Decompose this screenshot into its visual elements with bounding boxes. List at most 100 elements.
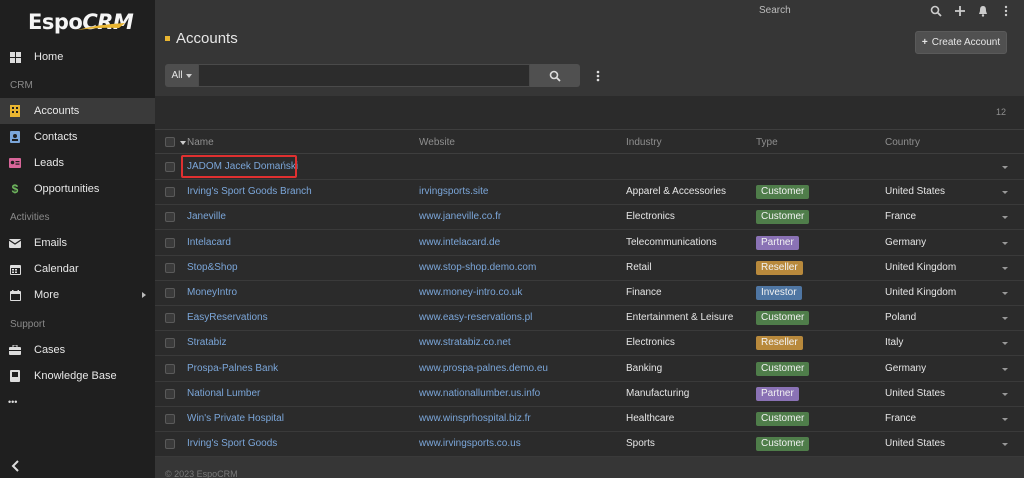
bell-icon[interactable] [977, 5, 989, 17]
table-row[interactable]: Prospa-Palnes Bank www.prospa-palnes.demo… [155, 357, 1024, 382]
cell-country: United States [885, 387, 946, 399]
cell-website-link[interactable]: www.stop-shop.demo.com [419, 262, 536, 273]
row-checkbox[interactable] [165, 262, 175, 273]
cell-website-link[interactable]: www.money-intro.co.uk [419, 287, 522, 298]
chevron-down-icon[interactable] [180, 141, 186, 145]
table-row[interactable]: Stop&Shop www.stop-shop.demo.com Retail Uni… [155, 256, 1024, 281]
search-input[interactable] [198, 64, 530, 87]
menu-kebab-icon[interactable] [1000, 5, 1012, 17]
table-row[interactable]: EasyReservations www.easy-reservations.pl… [155, 306, 1024, 332]
row-checkbox[interactable] [165, 162, 175, 172]
row-actions-chevron-icon[interactable] [1002, 342, 1008, 346]
sidebar-item-accounts[interactable]: Accounts [0, 98, 155, 124]
row-checkbox[interactable] [165, 313, 175, 324]
column-header-name[interactable]: Name [187, 137, 214, 148]
cell-industry: Electronics [626, 211, 675, 223]
cell-name-link[interactable]: Win's Private Hospital [187, 413, 284, 424]
cell-name-link[interactable]: Irving's Sport Goods Branch [187, 186, 312, 197]
sidebar-item-cases[interactable]: Cases [0, 337, 155, 363]
row-checkbox[interactable] [165, 237, 175, 248]
cell-website-link[interactable]: irvingsports.site [419, 186, 488, 197]
cell-name-link[interactable]: National Lumber [187, 388, 260, 399]
filter-label: All [171, 70, 183, 81]
row-checkbox[interactable] [165, 187, 175, 198]
cell-website-link[interactable]: www.irvingsports.co.us [419, 438, 521, 449]
row-actions-chevron-icon[interactable] [1002, 443, 1008, 447]
cell-country: Poland [885, 312, 917, 324]
sidebar-item-label: Accounts [34, 105, 80, 117]
row-actions-chevron-icon[interactable] [1002, 191, 1008, 195]
cell-website-link[interactable]: www.nationallumber.us.info [419, 388, 540, 399]
table-row[interactable]: Intelacard www.intelacard.de Telecommunica… [155, 231, 1024, 256]
row-actions-chevron-icon[interactable] [1002, 292, 1008, 295]
sidebar-more-dots-button[interactable]: ••• [0, 389, 155, 415]
row-checkbox[interactable] [165, 388, 175, 399]
row-actions-chevron-icon[interactable] [1002, 317, 1008, 321]
filter-dropdown-button[interactable]: All [165, 64, 198, 87]
column-header-type[interactable]: Type [756, 137, 778, 148]
search-options-icon[interactable] [596, 70, 600, 82]
table-row[interactable]: National Lumber www.nationallumber.us.inf… [155, 382, 1024, 407]
type-badge: Customer [756, 185, 810, 200]
cell-website-link[interactable]: www.winsprhospital.biz.fr [419, 413, 531, 424]
table-row[interactable]: MoneyIntro www.money-intro.co.uk Finance Un… [155, 281, 1024, 306]
sidebar-item-calendar[interactable]: Calendar [0, 256, 155, 282]
selection-highlight [181, 155, 297, 178]
plus-icon[interactable] [954, 5, 966, 17]
row-actions-chevron-icon[interactable] [1002, 392, 1008, 396]
sidebar-item-knowledge-base[interactable]: Knowledge Base [0, 363, 155, 389]
table-row[interactable]: Win's Private Hospital www.winsprhospital… [155, 407, 1024, 432]
row-actions-chevron-icon[interactable] [1002, 216, 1008, 220]
more-dots-icon: ••• [8, 397, 18, 407]
row-actions-chevron-icon[interactable] [1002, 241, 1008, 245]
create-account-button[interactable]: + Create Account [915, 31, 1007, 54]
cell-name-link[interactable]: Irving's Sport Goods [187, 438, 277, 449]
search-button[interactable] [530, 64, 580, 87]
cell-website-link[interactable]: www.stratabiz.co.net [419, 337, 511, 348]
row-checkbox[interactable] [165, 288, 175, 298]
cell-industry: Finance [626, 287, 662, 298]
select-all-checkbox[interactable] [165, 137, 175, 147]
row-actions-chevron-icon[interactable] [1002, 367, 1008, 371]
table-row[interactable]: Janeville www.janeville.co.fr Electronics F… [155, 205, 1024, 231]
sidebar-item-home[interactable]: Home [0, 44, 155, 70]
cell-website-link[interactable]: www.janeville.co.fr [419, 211, 501, 222]
row-actions-chevron-icon[interactable] [1002, 166, 1008, 169]
sidebar-item-label: Contacts [34, 131, 78, 143]
cell-name-link[interactable]: MoneyIntro [187, 287, 237, 298]
row-actions-chevron-icon[interactable] [1002, 266, 1008, 270]
table-row[interactable]: Irving's Sport Goods Branch irvingsports.… [155, 180, 1024, 206]
sidebar-item-leads[interactable]: Leads [0, 150, 155, 176]
cell-name-link[interactable]: Janeville [187, 211, 226, 222]
cell-name-link[interactable]: Prospa-Palnes Bank [187, 363, 278, 374]
cell-website-link[interactable]: www.intelacard.de [419, 237, 500, 248]
row-checkbox[interactable] [165, 212, 175, 223]
cell-name-link[interactable]: Intelacard [187, 237, 231, 248]
cell-name-link[interactable]: Stratabiz [187, 337, 226, 348]
sidebar-item-emails[interactable]: Emails [0, 230, 155, 256]
logo-swoosh-icon [77, 23, 125, 30]
sidebar-item-more[interactable]: More [0, 282, 155, 308]
column-header-industry[interactable]: Industry [626, 137, 662, 148]
collapse-sidebar-icon[interactable] [10, 460, 22, 472]
global-search-input[interactable]: Search [759, 5, 791, 16]
row-actions-chevron-icon[interactable] [1002, 418, 1008, 421]
sidebar-item-contacts[interactable]: Contacts [0, 124, 155, 150]
column-header-website[interactable]: Website [419, 137, 455, 148]
sidebar-item-opportunities[interactable]: $ Opportunities [0, 176, 155, 202]
cell-website-link[interactable]: www.prospa-palnes.demo.eu [419, 363, 548, 374]
row-checkbox[interactable] [165, 338, 175, 349]
row-checkbox[interactable] [165, 363, 175, 374]
cell-website-link[interactable]: www.easy-reservations.pl [419, 312, 532, 323]
column-header-country[interactable]: Country [885, 137, 920, 148]
app-logo[interactable]: EspoCRM [28, 10, 134, 36]
row-checkbox[interactable] [165, 439, 175, 450]
table-row[interactable]: Irving's Sport Goods www.irvingsports.co.… [155, 432, 1024, 458]
search-icon[interactable] [930, 5, 942, 17]
cell-country: United Kingdom [885, 261, 957, 273]
cell-name-link[interactable]: Stop&Shop [187, 262, 238, 273]
plus-icon: + [921, 37, 928, 48]
table-row[interactable]: Stratabiz www.stratabiz.co.net Electronics… [155, 331, 1024, 357]
cell-name-link[interactable]: EasyReservations [187, 312, 268, 323]
row-checkbox[interactable] [165, 414, 175, 424]
